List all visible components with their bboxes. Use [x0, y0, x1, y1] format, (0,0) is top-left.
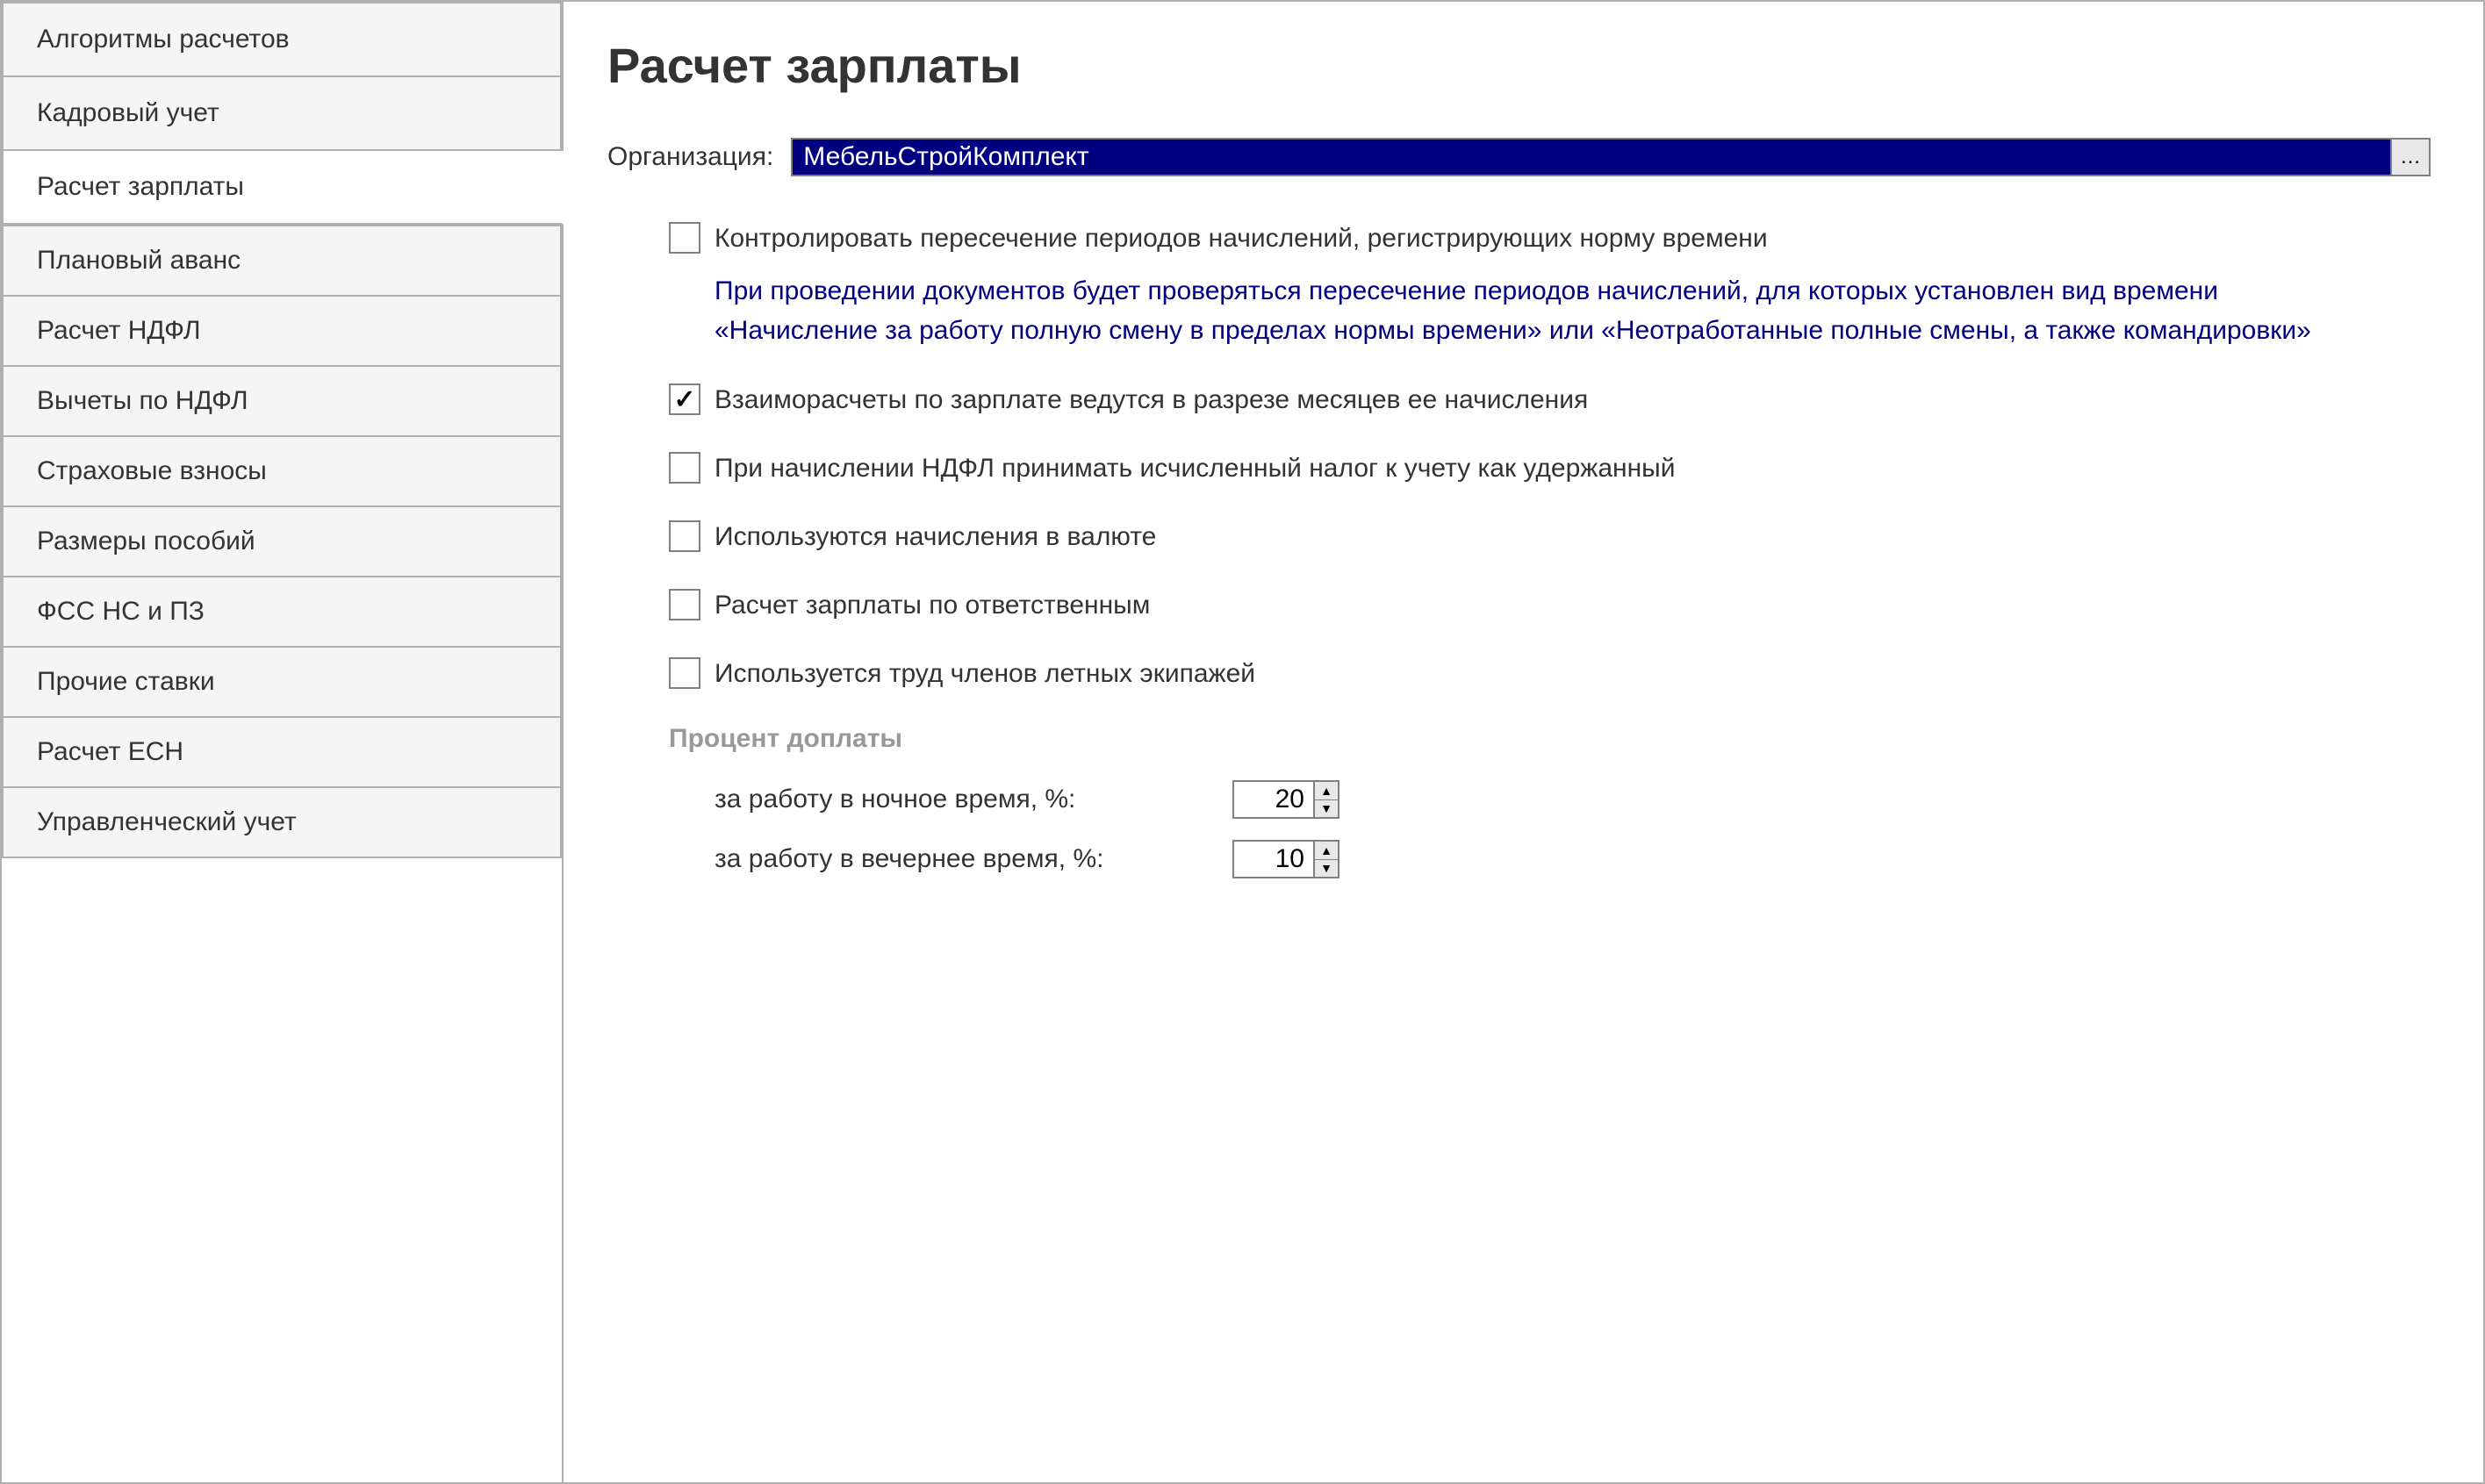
tab-algorithms[interactable]: Алгоритмы расчетов [2, 2, 562, 77]
spinner-night: ▲ ▼ [1232, 780, 1339, 819]
tab-label: Прочие ставки [37, 667, 215, 696]
checkbox-label: Контролировать пересечение периодов начи… [715, 220, 1768, 257]
percent-section-header: Процент доплаты [669, 724, 2431, 754]
tab-insurance[interactable]: Страховые взносы [2, 437, 562, 507]
tab-planned-advance[interactable]: Плановый аванс [2, 225, 562, 297]
tab-label: Расчет зарплаты [37, 172, 244, 201]
settings-window: Алгоритмы расчетов Кадровый учет Расчет … [0, 0, 2485, 1484]
organization-select-wrapper: … [791, 138, 2431, 176]
organization-picker-button[interactable]: … [2392, 138, 2431, 176]
spinner-buttons: ▲ ▼ [1313, 842, 1338, 877]
ellipsis-icon: … [2400, 147, 2421, 168]
percent-row-evening: за работу в вечернее время, %: ▲ ▼ [715, 840, 2431, 878]
tab-payroll[interactable]: Расчет зарплаты [2, 151, 564, 225]
percent-label-night: за работу в ночное время, %: [715, 785, 1206, 814]
tab-label: Расчет ЕСН [37, 737, 183, 766]
content-panel: Расчет зарплаты Организация: … Контролир… [564, 2, 2483, 1482]
tab-label: Управленческий учет [37, 807, 297, 836]
checkbox-currency[interactable] [669, 520, 700, 552]
chevron-up-icon: ▲ [1320, 844, 1332, 857]
checkbox-row-flight-crew: Используется труд членов летных экипажей [669, 656, 2431, 692]
tab-label: Кадровый учет [37, 98, 219, 127]
percent-row-night: за работу в ночное время, %: ▲ ▼ [715, 780, 2431, 819]
checkbox-label: При начислении НДФЛ принимать исчисленны… [715, 450, 1676, 487]
tab-label: Размеры пособий [37, 527, 255, 556]
checkbox-mutual-settlements[interactable] [669, 384, 700, 415]
checkbox-label: Используется труд членов летных экипажей [715, 656, 1255, 692]
percent-label-evening: за работу в вечернее время, %: [715, 844, 1206, 874]
checkbox-flight-crew[interactable] [669, 657, 700, 689]
tab-label: Вычеты по НДФЛ [37, 386, 248, 415]
tab-label: Алгоритмы расчетов [37, 25, 290, 54]
spinner-evening: ▲ ▼ [1232, 840, 1339, 878]
organization-label: Организация: [607, 142, 773, 172]
page-title: Расчет зарплаты [607, 37, 2431, 94]
chevron-up-icon: ▲ [1320, 785, 1332, 797]
organization-input[interactable] [791, 138, 2392, 176]
checkbox-row-ndfl-withheld: При начислении НДФЛ принимать исчисленны… [669, 450, 2431, 487]
chevron-down-icon: ▼ [1320, 862, 1332, 874]
checkbox-label: Используются начисления в валюте [715, 519, 1156, 556]
spinner-buttons: ▲ ▼ [1313, 782, 1338, 817]
checkbox-control-periods[interactable] [669, 222, 700, 254]
spinner-down-button[interactable]: ▼ [1315, 800, 1338, 818]
checkbox-row-responsible: Расчет зарплаты по ответственным [669, 587, 2431, 624]
tab-label: Расчет НДФЛ [37, 316, 201, 345]
tab-personnel[interactable]: Кадровый учет [2, 77, 562, 151]
spinner-down-button[interactable]: ▼ [1315, 860, 1338, 878]
tab-fss[interactable]: ФСС НС и ПЗ [2, 577, 562, 648]
spinner-up-button[interactable]: ▲ [1315, 782, 1338, 800]
tab-label: Страховые взносы [37, 456, 267, 485]
spinner-input-evening[interactable] [1234, 842, 1313, 877]
checkbox-label: Взаиморасчеты по зарплате ведутся в разр… [715, 382, 1588, 419]
bottom-tab-group: Плановый аванс Расчет НДФЛ Вычеты по НДФ… [2, 225, 562, 858]
tab-label: Плановый аванс [37, 246, 241, 275]
top-tab-group: Алгоритмы расчетов Кадровый учет Расчет … [2, 2, 562, 225]
spinner-up-button[interactable]: ▲ [1315, 842, 1338, 860]
tab-benefits[interactable]: Размеры пособий [2, 507, 562, 577]
checkbox-row-control-periods: Контролировать пересечение периодов начи… [669, 220, 2431, 257]
sidebar: Алгоритмы расчетов Кадровый учет Расчет … [2, 2, 564, 1482]
checkbox-row-currency: Используются начисления в валюте [669, 519, 2431, 556]
tab-other-rates[interactable]: Прочие ставки [2, 648, 562, 718]
checkbox-ndfl-withheld[interactable] [669, 452, 700, 484]
tab-esn[interactable]: Расчет ЕСН [2, 718, 562, 788]
tab-management[interactable]: Управленческий учет [2, 788, 562, 858]
spinner-input-night[interactable] [1234, 782, 1313, 817]
chevron-down-icon: ▼ [1320, 802, 1332, 814]
tab-ndfl-calc[interactable]: Расчет НДФЛ [2, 297, 562, 367]
help-text: При проведении документов будет проверят… [715, 271, 2382, 350]
checkbox-responsible[interactable] [669, 589, 700, 620]
checkbox-group: Контролировать пересечение периодов начи… [669, 220, 2431, 878]
checkbox-row-mutual-settlements: Взаиморасчеты по зарплате ведутся в разр… [669, 382, 2431, 419]
checkbox-label: Расчет зарплаты по ответственным [715, 587, 1150, 624]
tab-ndfl-deductions[interactable]: Вычеты по НДФЛ [2, 367, 562, 437]
tab-label: ФСС НС и ПЗ [37, 597, 205, 626]
organization-row: Организация: … [607, 138, 2431, 176]
